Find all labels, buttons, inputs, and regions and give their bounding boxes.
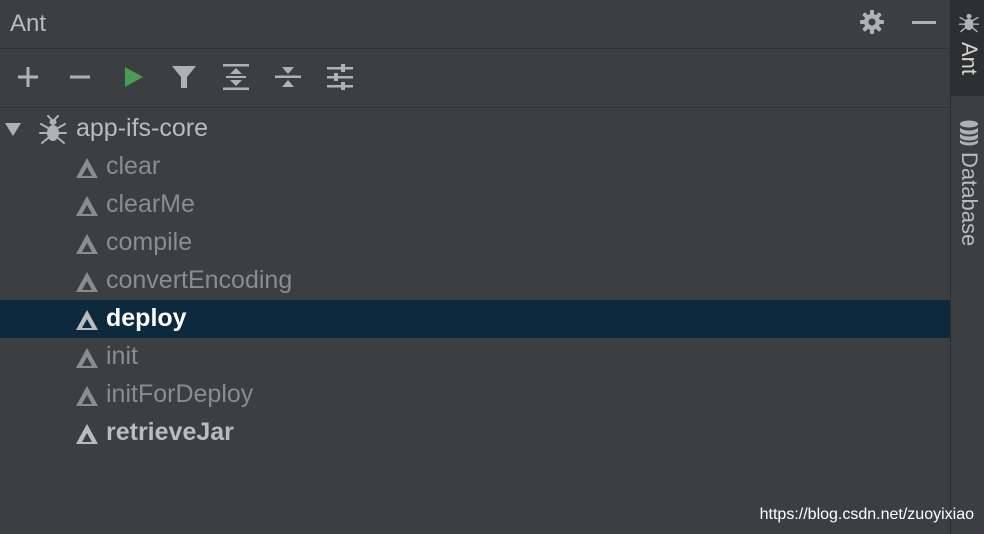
remove-icon[interactable] <box>64 61 96 93</box>
ant-icon <box>39 115 67 144</box>
tree-item-target[interactable]: clear <box>0 148 950 186</box>
ant-target-icon <box>76 158 98 178</box>
target-label: compile <box>106 228 193 256</box>
tool-window-title: Ant <box>10 10 47 37</box>
ant-target-icon <box>76 272 98 292</box>
tab-ant-label: Ant <box>957 42 982 76</box>
tab-database-label: Database <box>957 152 982 247</box>
target-label: clearMe <box>106 190 195 218</box>
filter-icon[interactable] <box>168 61 200 93</box>
database-icon <box>960 120 978 146</box>
ant-icon <box>958 13 980 33</box>
ant-target-icon <box>76 234 98 254</box>
toolbar <box>0 49 950 107</box>
ant-target-icon <box>76 424 98 444</box>
target-label: convertEncoding <box>106 266 293 294</box>
expand-arrow-icon[interactable] <box>4 120 22 138</box>
ant-target-icon <box>76 196 98 216</box>
tree-item-target[interactable]: convertEncoding <box>0 262 950 300</box>
target-label: init <box>106 342 138 370</box>
ant-target-icon <box>76 386 98 406</box>
tab-database[interactable]: Database <box>951 110 984 260</box>
watermark: https://blog.csdn.net/zuoyixiao <box>759 506 974 523</box>
toolbar-divider <box>0 107 950 108</box>
collapse-all-icon[interactable] <box>272 61 304 93</box>
tree-item-target[interactable]: compile <box>0 224 950 262</box>
target-label: initForDeploy <box>106 380 254 408</box>
right-tool-strip: Ant Database <box>950 0 984 534</box>
minimize-icon[interactable] <box>910 8 938 36</box>
tree-item-target[interactable]: retrieveJar <box>0 414 950 452</box>
gear-icon[interactable] <box>858 8 886 36</box>
ant-target-icon <box>76 348 98 368</box>
ant-target-icon <box>76 310 98 330</box>
tab-ant[interactable]: Ant <box>951 0 984 96</box>
ant-tool-window: Ant app-ifs-core clear clearMe compile c… <box>0 0 950 534</box>
run-icon[interactable] <box>117 61 149 93</box>
target-label: clear <box>106 152 161 180</box>
tree-item-target[interactable]: initForDeploy <box>0 376 950 414</box>
target-label: deploy <box>106 304 187 332</box>
add-icon[interactable] <box>12 61 44 93</box>
tree-item-target-selected[interactable]: deploy <box>0 300 950 338</box>
tool-window-header: Ant <box>0 0 950 48</box>
tree-root-label: app-ifs-core <box>76 114 208 142</box>
tree-root-app-ifs-core[interactable]: app-ifs-core <box>0 110 950 148</box>
tree-item-target[interactable]: init <box>0 338 950 376</box>
target-label: retrieveJar <box>106 418 234 446</box>
properties-icon[interactable] <box>324 61 356 93</box>
expand-all-icon[interactable] <box>220 61 252 93</box>
tree-item-target[interactable]: clearMe <box>0 186 950 224</box>
